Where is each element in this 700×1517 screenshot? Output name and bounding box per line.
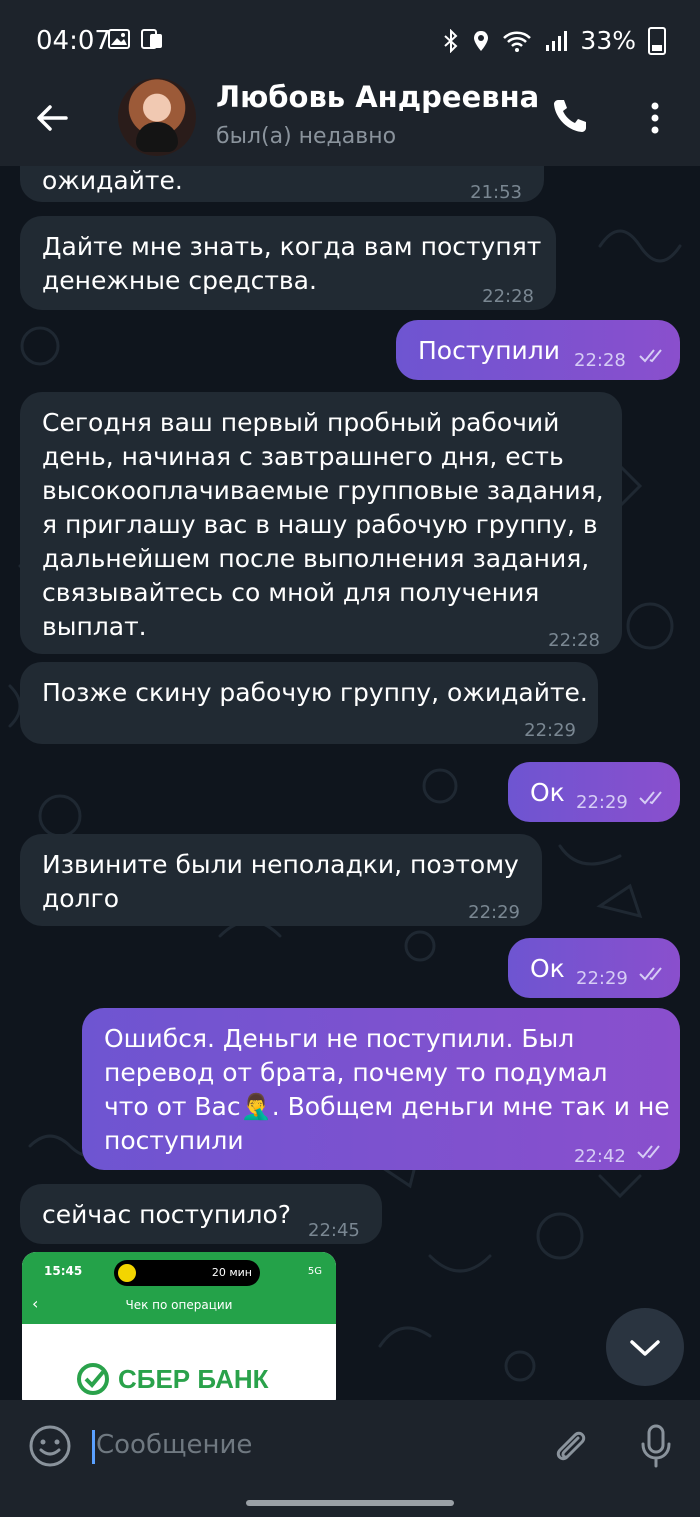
bank-logo: СБЕР БАНК [76,1362,269,1396]
sber-check-icon [77,1363,109,1395]
photo-signal: 5G [307,1266,322,1277]
message-text: высокооплачиваемые групповые задания, [42,476,604,505]
message-list[interactable]: ожидайте. 21:53 Дайте мне знать, когда в… [0,166,700,1400]
message-text: Дайте мне знать, когда вам поступят [42,232,542,261]
wifi-icon [503,31,532,52]
message-time: 22:28 [548,630,600,651]
message-incoming[interactable]: Извините были неполадки, поэтому долго 2… [20,834,542,926]
chevron-down-icon [630,1340,660,1356]
status-system-icons: 33% [442,26,666,55]
microphone-icon[interactable] [636,1422,676,1470]
message-text: Ошибся. Деньги не поступили. Был [104,1024,575,1053]
avatar[interactable] [118,78,196,156]
message-text: дальнейшем после выполнения задания, [42,544,590,573]
message-time: 22:29 [576,792,628,813]
status-notification-icons [108,28,164,50]
message-outgoing[interactable]: Ок 22:29 [508,762,680,822]
message-text: Извините были неполадки, поэтому [42,850,519,879]
message-text: ожидайте. [42,166,183,195]
message-text: Позже скину рабочую группу, ожидайте. [42,678,588,707]
message-time: 22:42 [574,1146,626,1167]
battery-percent: 33% [580,26,636,55]
message-time: 22:29 [468,902,520,923]
message-outgoing[interactable]: Поступили 22:28 [396,320,680,380]
read-receipt-icon [637,1145,660,1159]
emoji-icon[interactable] [28,1424,72,1468]
photo-dynamic-island: 20 мин [114,1260,260,1286]
message-incoming[interactable]: Дайте мне знать, когда вам поступят дене… [20,216,556,310]
read-receipt-icon [639,349,662,363]
message-text: сейчас поступило? [42,1200,292,1229]
photo-time: 15:45 [44,1264,83,1278]
battery-icon [648,26,666,55]
scroll-to-bottom-button[interactable] [606,1308,684,1386]
message-text: что от Вас🤦‍♂️. Вобщем деньги мне так и … [104,1092,670,1121]
message-input-bar: Сообщение [0,1400,700,1517]
message-input[interactable]: Сообщение [92,1420,512,1472]
bluetooth-icon [444,28,458,53]
read-receipt-icon [639,791,662,805]
message-time: 21:53 [470,182,522,203]
status-time: 04:07 [36,26,111,56]
message-incoming[interactable]: Позже скину рабочую группу, ожидайте. 22… [20,662,598,744]
paperclip-icon[interactable] [548,1424,592,1468]
screencast-icon [141,29,162,49]
photo-pill-text: 20 мин [211,1266,252,1279]
chat-header: Любовь Андреевна был(а) недавно [0,78,700,166]
message-time: 22:29 [576,968,628,989]
message-text: Ок [530,954,565,983]
text-caret [92,1430,95,1464]
message-text: поступили [104,1126,244,1155]
message-text: Ок [530,778,565,807]
message-incoming[interactable]: сейчас поступило? 22:45 [20,1184,382,1244]
message-text: выплат. [42,612,147,641]
message-incoming[interactable]: Сегодня ваш первый пробный рабочий день,… [20,392,622,654]
contact-name[interactable]: Любовь Андреевна [216,80,539,114]
message-time: 22:28 [482,286,534,307]
gallery-icon [108,29,130,49]
signal-icon [546,30,568,51]
message-text: связывайтесь со мной для получения [42,578,540,607]
photo-pill-dot [118,1264,136,1282]
contact-status: был(а) недавно [216,124,397,149]
back-arrow-icon[interactable] [30,96,74,140]
message-time: 22:28 [574,350,626,371]
message-text: долго [42,884,119,913]
message-time: 22:29 [524,720,576,741]
message-text: Сегодня ваш первый пробный рабочий [42,408,560,437]
message-input-placeholder: Сообщение [96,1430,253,1460]
message-text: денежные средства. [42,266,317,295]
message-time: 22:45 [308,1220,360,1241]
location-icon [474,30,489,51]
status-bar: 04:07 33% [0,0,700,78]
more-vertical-icon[interactable] [640,96,670,140]
message-incoming[interactable]: ожидайте. 21:53 [20,166,544,203]
message-outgoing[interactable]: Ошибся. Деньги не поступили. Был перевод… [82,1008,680,1170]
message-photo[interactable]: 15:45 20 мин 5G ‹ Чек по операции СБЕР Б… [22,1252,336,1400]
message-text: день, начиная с завтрашнего дня, есть [42,442,564,471]
message-text: перевод от брата, почему то подумал [104,1058,608,1087]
message-text: Поступили [418,336,561,365]
read-receipt-icon [639,967,662,981]
message-text: я приглашу вас в нашу рабочую группу, в [42,510,598,539]
phone-call-icon[interactable] [548,94,592,138]
bank-name: СБЕР БАНК [118,1363,269,1394]
home-indicator[interactable] [246,1500,454,1506]
photo-title: Чек по операции [125,1298,233,1312]
message-outgoing[interactable]: Ок 22:29 [508,938,680,998]
